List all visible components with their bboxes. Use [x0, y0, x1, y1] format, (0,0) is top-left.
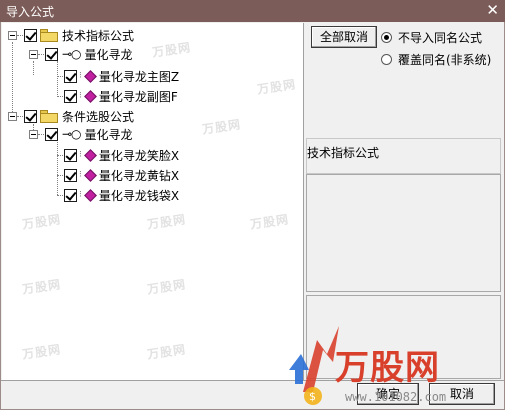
formula-label: 量化寻龙主图Z	[98, 69, 180, 84]
gem-icon	[84, 89, 97, 103]
gem-icon	[84, 148, 97, 162]
tree-connector	[57, 154, 63, 156]
deselect-all-button[interactable]: 全部取消	[311, 26, 377, 48]
tree-connector	[17, 34, 23, 36]
group-checkbox[interactable]	[24, 28, 37, 42]
formula-marker-icon: ⁝	[79, 190, 82, 200]
tree-node-formula[interactable]: ⁝ 量化寻龙副图F	[57, 87, 178, 105]
formula-label: 量化寻龙副图F	[98, 89, 178, 104]
watermark-tile: 万股网	[151, 40, 192, 60]
tree-connector	[57, 95, 63, 97]
group-checkbox[interactable]	[24, 109, 37, 123]
tree-node-subgroup[interactable]: ⊸○ 量化寻龙	[29, 45, 133, 63]
tree-node-group[interactable]: 技术指标公式	[8, 26, 134, 44]
formula-marker-icon: ⁝	[79, 170, 82, 180]
tree-node-formula[interactable]: ⁝ 量化寻龙主图Z	[57, 67, 179, 85]
radio-button[interactable]	[381, 54, 392, 65]
import-formula-dialog: 万股网 万股网 万股网 万股网 万股网 万股网 万股网 万股网 万股网 万股网 …	[0, 22, 505, 410]
tree-node-formula[interactable]: ⁝ 量化寻龙钱袋X	[57, 186, 179, 204]
key-icon: ⊸○	[62, 127, 82, 141]
collapse-toggle[interactable]	[8, 111, 17, 121]
radio-overwrite-duplicates[interactable]: 覆盖同名(非系统)	[381, 51, 491, 68]
watermark-tile: 万股网	[146, 277, 187, 297]
watermark-tile: 万股网	[249, 212, 290, 232]
watermark-tile: 万股网	[146, 342, 187, 362]
formula-marker-icon: ⁝	[79, 150, 82, 160]
radio-skip-duplicates[interactable]: 不导入同名公式	[381, 29, 482, 46]
subgroup-checkbox[interactable]	[45, 47, 58, 61]
formula-checkbox[interactable]	[64, 89, 77, 103]
subgroup-label: 量化寻龙	[84, 127, 133, 142]
group-label: 条件选股公式	[62, 109, 135, 124]
window-title: 导入公式	[6, 5, 55, 19]
description-label: 技术指标公式	[307, 146, 380, 160]
formula-marker-icon: ⁝	[79, 71, 82, 81]
tree-connector	[38, 133, 44, 135]
watermark-tile: 万股网	[21, 212, 62, 232]
watermark-tile: 万股网	[256, 77, 297, 97]
watermark-tile: 万股网	[21, 277, 62, 297]
subgroup-label: 量化寻龙	[84, 47, 133, 62]
formula-checkbox[interactable]	[64, 69, 77, 83]
description-box	[306, 174, 501, 292]
tree-connector	[38, 53, 44, 55]
logo-arrow-icon: $	[289, 326, 339, 405]
gem-icon	[84, 168, 97, 182]
formula-label: 量化寻龙笑脸X	[98, 148, 180, 163]
logo-url-text: www.101082.com	[345, 390, 447, 404]
subgroup-checkbox[interactable]	[45, 127, 58, 141]
formula-checkbox[interactable]	[64, 148, 77, 162]
site-logo-watermark: $ 万股网 www.101082.com	[283, 322, 483, 410]
title-bar: 导入公式 ✕	[0, 0, 505, 22]
collapse-toggle[interactable]	[29, 49, 38, 59]
formula-checkbox[interactable]	[64, 168, 77, 182]
gem-icon	[84, 69, 97, 83]
tree-connector	[33, 61, 34, 75]
folder-icon	[40, 109, 58, 123]
tree-connector	[57, 194, 63, 196]
formula-marker-icon: ⁝	[79, 91, 82, 101]
logo-brand-text: 万股网	[335, 348, 440, 388]
tree-connector	[17, 115, 23, 117]
formula-checkbox[interactable]	[64, 188, 77, 202]
group-label: 技术指标公式	[62, 28, 135, 43]
folder-icon	[40, 28, 58, 42]
tree-node-group[interactable]: 条件选股公式	[8, 107, 134, 125]
tree-node-formula[interactable]: ⁝ 量化寻龙黄钻X	[57, 166, 179, 184]
tree-connector	[12, 42, 13, 112]
key-icon: ⊸○	[62, 47, 82, 61]
tree-node-formula[interactable]: ⁝ 量化寻龙笑脸X	[57, 146, 179, 164]
formula-tree[interactable]: 万股网 万股网 万股网 万股网 万股网 万股网 万股网 万股网 万股网 万股网 …	[2, 23, 304, 380]
gem-icon	[84, 188, 97, 202]
collapse-toggle[interactable]	[8, 30, 17, 40]
watermark-tile: 万股网	[146, 212, 187, 232]
watermark-tile: 万股网	[201, 117, 242, 137]
collapse-toggle[interactable]	[29, 129, 38, 139]
tree-node-subgroup[interactable]: ⊸○ 量化寻龙	[29, 125, 133, 143]
tree-connector	[57, 174, 63, 176]
radio-label: 覆盖同名(非系统)	[398, 53, 492, 67]
radio-label: 不导入同名公式	[398, 31, 483, 45]
watermark-tile: 万股网	[21, 342, 62, 362]
close-icon[interactable]: ✕	[486, 1, 499, 19]
svg-text:$: $	[309, 390, 316, 403]
tree-connector	[57, 75, 63, 77]
formula-label: 量化寻龙钱袋X	[98, 188, 180, 203]
radio-button[interactable]	[381, 32, 392, 43]
formula-label: 量化寻龙黄钻X	[98, 168, 180, 183]
